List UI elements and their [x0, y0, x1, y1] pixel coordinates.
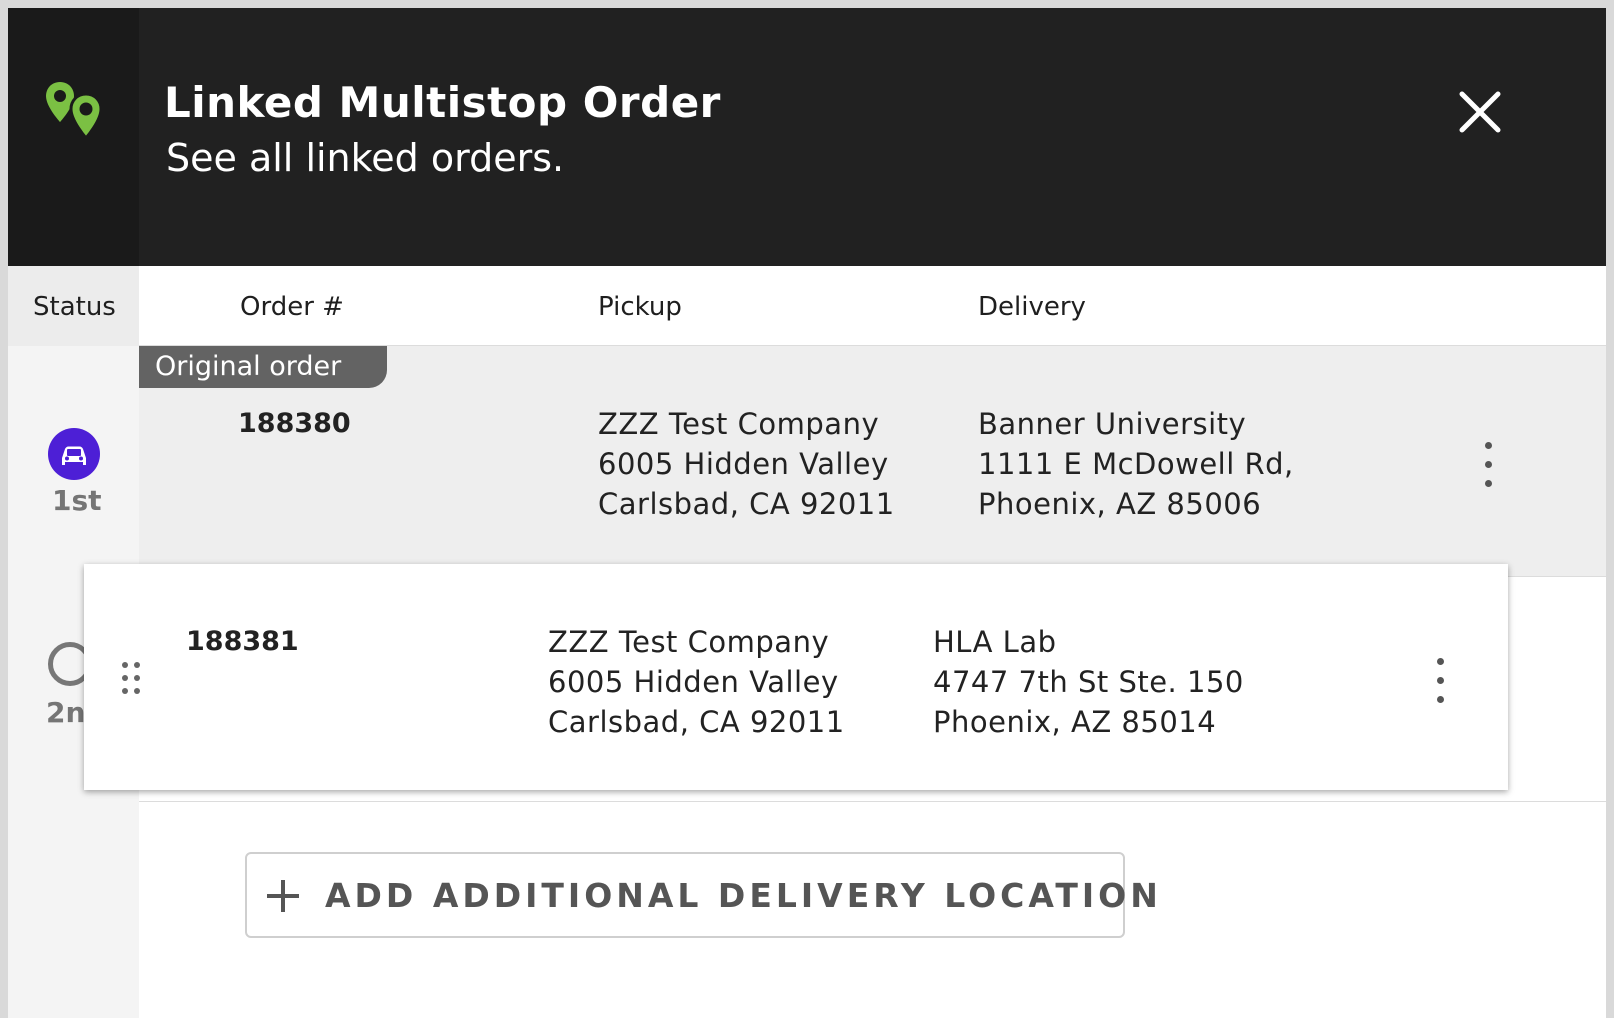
pickup-line: 6005 Hidden Valley [548, 665, 839, 699]
pickup-line: ZZZ Test Company [598, 407, 880, 441]
linked-multistop-order-panel: Linked Multistop Order See all linked or… [8, 8, 1606, 1018]
order-number: 188380 [238, 408, 351, 439]
delivery-line: 1111 E McDowell Rd, [978, 447, 1294, 481]
plus-icon [267, 880, 299, 912]
map-pins-icon [46, 82, 103, 141]
add-delivery-location-label: ADD ADDITIONAL DELIVERY LOCATION [325, 876, 1162, 915]
pickup-address: ZZZ Test Company 6005 Hidden Valley Carl… [598, 404, 895, 524]
row-menu-kebab-icon[interactable] [1478, 442, 1498, 490]
stop-order-label: 2n [46, 696, 86, 729]
panel-title: Linked Multistop Order [164, 78, 721, 127]
order-number: 188381 [186, 626, 299, 657]
pickup-line: 6005 Hidden Valley [598, 447, 889, 481]
column-header-status: Status [33, 292, 116, 322]
panel-subtitle: See all linked orders. [166, 136, 565, 180]
header-icon-area [8, 8, 139, 266]
table-row[interactable]: Original order 188380 ZZZ Test Company 6… [139, 346, 1606, 577]
delivery-line: Banner University [978, 407, 1247, 441]
row-divider [139, 801, 1606, 802]
close-icon[interactable] [1452, 84, 1508, 140]
row-menu-kebab-icon[interactable] [1430, 658, 1450, 706]
pickup-line: Carlsbad, CA 92011 [548, 705, 845, 739]
original-order-tag: Original order [139, 346, 387, 388]
column-header-pickup: Pickup [598, 292, 682, 322]
column-header-delivery: Delivery [978, 292, 1086, 322]
delivery-line: Phoenix, AZ 85006 [978, 487, 1262, 521]
delivery-line: Phoenix, AZ 85014 [933, 705, 1217, 739]
pickup-address: ZZZ Test Company 6005 Hidden Valley Carl… [548, 622, 845, 742]
drag-handle-icon[interactable] [120, 660, 142, 696]
table-row-dragging[interactable]: 188381 ZZZ Test Company 6005 Hidden Vall… [84, 564, 1508, 790]
delivery-address: Banner University 1111 E McDowell Rd, Ph… [978, 404, 1294, 524]
delivery-line: HLA Lab [933, 625, 1057, 659]
car-icon [48, 428, 100, 480]
delivery-address: HLA Lab 4747 7th St Ste. 150 Phoenix, AZ… [933, 622, 1244, 742]
pickup-line: Carlsbad, CA 92011 [598, 487, 895, 521]
column-header-order: Order # [240, 292, 344, 322]
add-delivery-location-button[interactable]: ADD ADDITIONAL DELIVERY LOCATION [245, 852, 1158, 938]
delivery-line: 4747 7th St Ste. 150 [933, 665, 1244, 699]
stop-order-label: 1st [52, 484, 102, 517]
pickup-line: ZZZ Test Company [548, 625, 830, 659]
panel-header: Linked Multistop Order See all linked or… [8, 8, 1606, 266]
